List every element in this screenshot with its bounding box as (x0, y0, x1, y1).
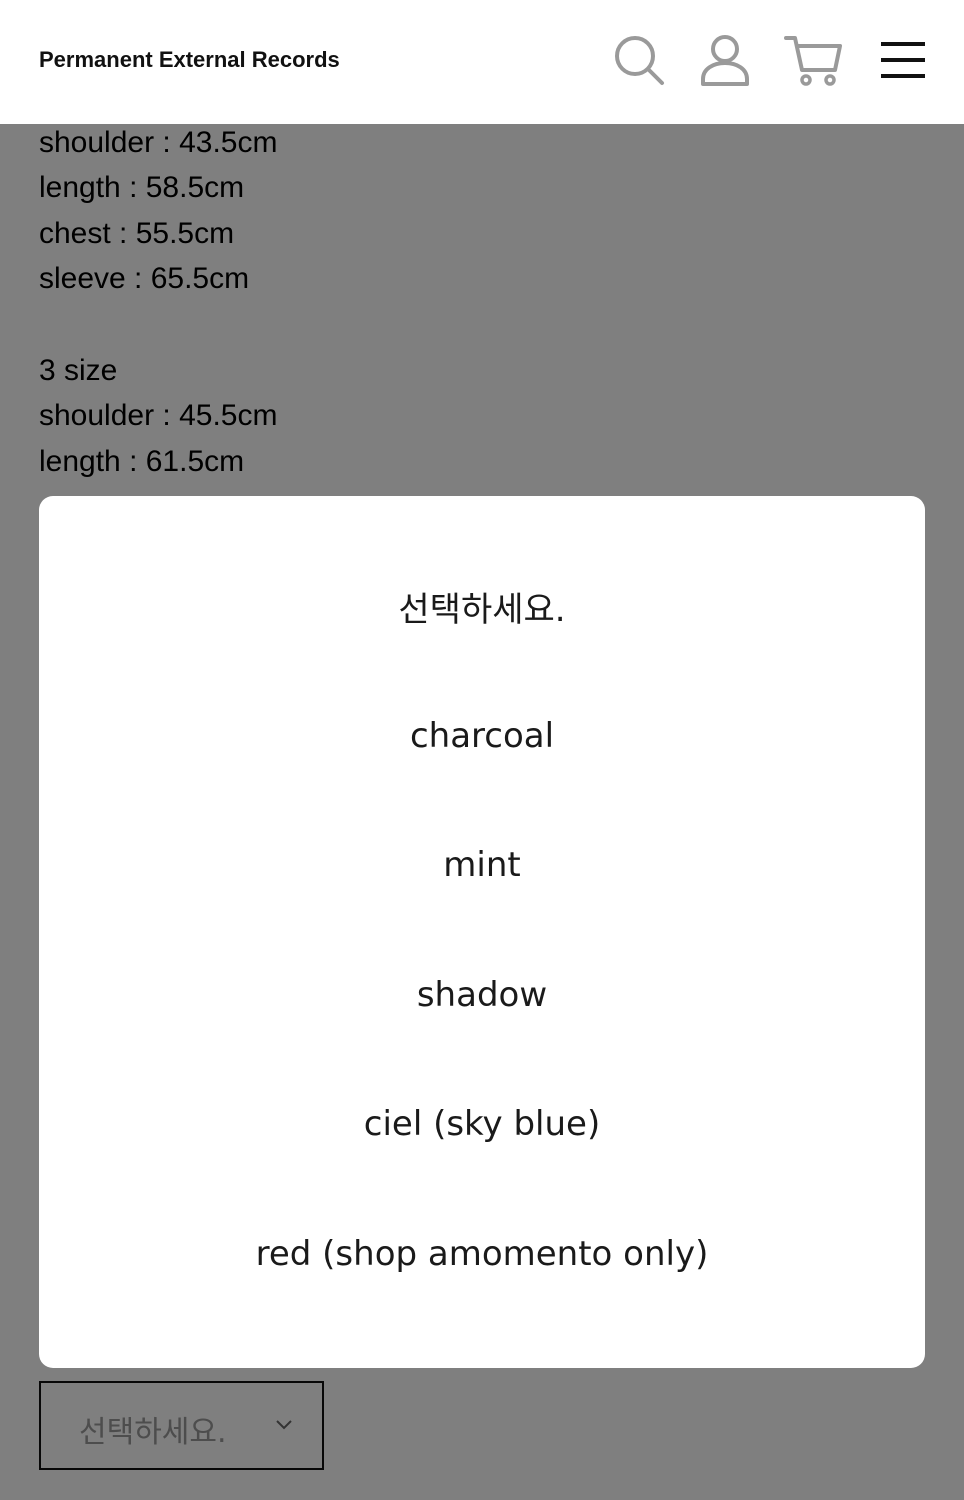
option-shadow[interactable]: shadow (39, 945, 925, 1045)
option-charcoal[interactable]: charcoal (39, 686, 925, 786)
cart-icon (784, 36, 842, 86)
search-icon (615, 36, 664, 85)
account-button[interactable] (695, 30, 755, 90)
menu-icon (881, 42, 925, 78)
option-red[interactable]: red (shop amomento only) (39, 1204, 925, 1304)
search-button[interactable] (609, 30, 669, 90)
site-header: Permanent External Records (0, 0, 964, 124)
brand-name[interactable]: Permanent External Records (39, 47, 340, 73)
option-picker-dialog: 선택하세요. charcoal mint shadow ciel (sky bl… (39, 496, 925, 1368)
cart-button[interactable] (783, 30, 843, 90)
option-mint[interactable]: mint (39, 815, 925, 915)
menu-button[interactable] (873, 30, 933, 90)
option-placeholder[interactable]: 선택하세요. (39, 556, 925, 656)
user-icon (701, 35, 749, 86)
option-ciel[interactable]: ciel (sky blue) (39, 1074, 925, 1174)
